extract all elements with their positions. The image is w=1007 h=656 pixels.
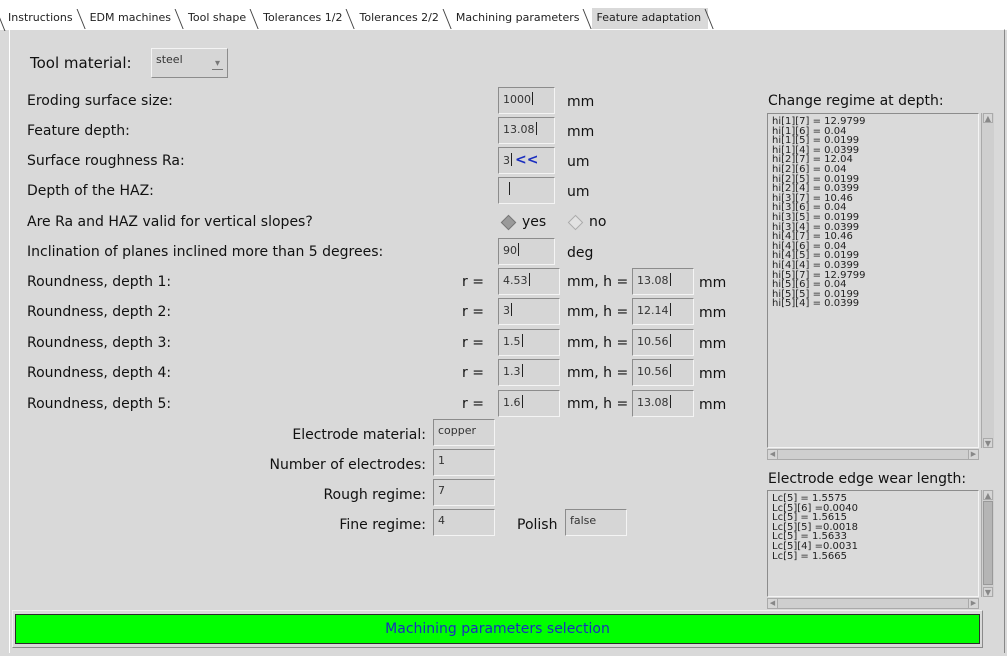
roundness-unit: mm [699,275,727,291]
rough-regime-label: Rough regime: [323,487,426,503]
dropdown-arrow-icon: ▾ [212,58,223,70]
scroll-left-icon[interactable]: ◀ [768,599,778,608]
fine-regime-label: Fine regime: [339,517,426,533]
roundness-label: Roundness, depth 4: [27,365,172,381]
wear-horizontal-scrollbar[interactable]: ◀ ▶ [767,598,979,609]
roundness-r-input[interactable]: 3 [498,298,560,325]
roundness-label: Roundness, depth 3: [27,335,172,351]
wear-panel-title: Electrode edge wear length: [768,471,967,487]
surface-roughness-label: Surface roughness Ra: [27,153,185,169]
eroding-surface-label: Eroding surface size: [27,93,173,109]
surface-roughness-unit: um [567,154,590,170]
tool-material-value: steel [156,53,183,66]
radio-unselected-icon [567,214,584,230]
tab-instructions[interactable]: Instructions [4,8,80,30]
tab-tolerances-1[interactable]: Tolerances 1/2 [259,8,349,30]
tool-material-label: Tool material: [30,54,132,72]
tab-list: Instructions EDM machines Tool shape Tol… [4,6,709,30]
radio-yes-label: yes [522,214,547,230]
vertical-slopes-label: Are Ra and HAZ valid for vertical slopes… [27,214,313,230]
tab-machining-parameters[interactable]: Machining parameters [452,8,587,30]
haz-depth-unit: um [567,184,590,200]
haz-depth-input[interactable] [498,177,555,204]
tab-tool-shape[interactable]: Tool shape [184,8,253,30]
tab-edm-machines[interactable]: EDM machines [86,8,178,30]
scroll-right-icon[interactable]: ▶ [968,450,978,459]
roundness-unit: mm [699,336,727,352]
roundness-h-label: mm, h = [567,274,629,290]
electrode-count-label: Number of electrodes: [269,457,426,473]
roundness-r-label: r = [462,396,484,412]
scroll-left-icon[interactable]: ◀ [768,450,778,459]
roughness-marker: << [515,152,539,168]
roundness-r-label: r = [462,274,484,290]
inclination-unit: deg [567,245,594,261]
scroll-up-icon[interactable]: ▲ [983,490,993,500]
feature-depth-input[interactable]: 13.08 [498,117,555,144]
haz-depth-label: Depth of the HAZ: [27,183,154,199]
inclination-label: Inclination of planes inclined more than… [27,244,384,260]
roundness-h-input[interactable]: 13.08 [632,390,694,417]
scroll-down-icon[interactable]: ▼ [983,438,993,448]
roundness-unit: mm [699,397,727,413]
wear-vertical-scrollbar[interactable]: ▲ ▼ [981,490,994,597]
scroll-down-icon[interactable]: ▼ [983,587,993,597]
electrode-material-field: copper [433,419,495,446]
electrode-count-field: 1 [433,449,495,476]
roundness-h-label: mm, h = [567,304,629,320]
roundness-r-input[interactable]: 4.53 [498,268,560,295]
regime-panel-title: Change regime at depth: [768,93,944,109]
feature-depth-label: Feature depth: [27,123,130,139]
radio-no-label: no [589,214,607,230]
radio-yes[interactable]: yes [500,213,547,231]
roundness-h-input[interactable]: 13.08 [632,268,694,295]
tab-tolerances-2[interactable]: Tolerances 2/2 [355,8,445,30]
roundness-h-input[interactable]: 10.56 [632,359,694,386]
regime-horizontal-scrollbar[interactable]: ◀ ▶ [767,449,979,460]
regime-line: hi[5][4] = 0.0399 [772,298,860,310]
tool-material-dropdown[interactable]: steel ▾ [151,48,228,78]
regime-vertical-scrollbar[interactable]: ▲ ▼ [981,113,994,448]
regime-textarea[interactable]: hi[1][7] = 12.9799 hi[1][6] = 0.04 hi[1]… [767,113,979,448]
tab-bar: Instructions EDM machines Tool shape Tol… [0,0,1007,30]
roundness-h-label: mm, h = [567,396,629,412]
roundness-label: Roundness, depth 1: [27,274,172,290]
radio-no[interactable]: no [567,213,607,231]
roundness-label: Roundness, depth 2: [27,304,172,320]
roundness-h-input[interactable]: 12.14 [632,298,694,325]
wear-textarea[interactable]: Lc[5] = 1.5575 Lc[5][6] =0.0040 Lc[5] = … [767,490,979,597]
eroding-surface-unit: mm [567,94,595,110]
roundness-r-label: r = [462,304,484,320]
scroll-up-icon[interactable]: ▲ [983,113,993,123]
eroding-surface-input[interactable]: 1000 [498,87,555,114]
status-bar: Machining parameters selection [15,614,980,644]
roundness-r-label: r = [462,335,484,351]
scroll-thumb[interactable] [983,501,993,585]
polish-field: false [565,509,627,536]
roundness-unit: mm [699,305,727,321]
tab-feature-adaptation[interactable]: Feature adaptation [592,8,709,30]
roundness-r-input[interactable]: 1.6 [498,390,560,417]
roundness-h-input[interactable]: 10.56 [632,329,694,356]
roundness-h-label: mm, h = [567,365,629,381]
roundness-r-input[interactable]: 1.3 [498,359,560,386]
roundness-unit: mm [699,366,727,382]
fine-regime-field: 4 [433,509,495,536]
roundness-label: Roundness, depth 5: [27,396,172,412]
polish-label: Polish [517,517,558,533]
electrode-material-label: Electrode material: [292,427,426,443]
roundness-r-label: r = [462,365,484,381]
roundness-r-input[interactable]: 1.5 [498,329,560,356]
inclination-input[interactable]: 90 [498,238,555,265]
rough-regime-field: 7 [433,479,495,506]
roundness-h-label: mm, h = [567,335,629,351]
scroll-right-icon[interactable]: ▶ [968,599,978,608]
wear-line: Lc[5] = 1.5665 [772,550,847,562]
surface-roughness-input[interactable]: 3 << [498,147,555,174]
radio-selected-icon [500,214,517,230]
feature-depth-unit: mm [567,124,595,140]
